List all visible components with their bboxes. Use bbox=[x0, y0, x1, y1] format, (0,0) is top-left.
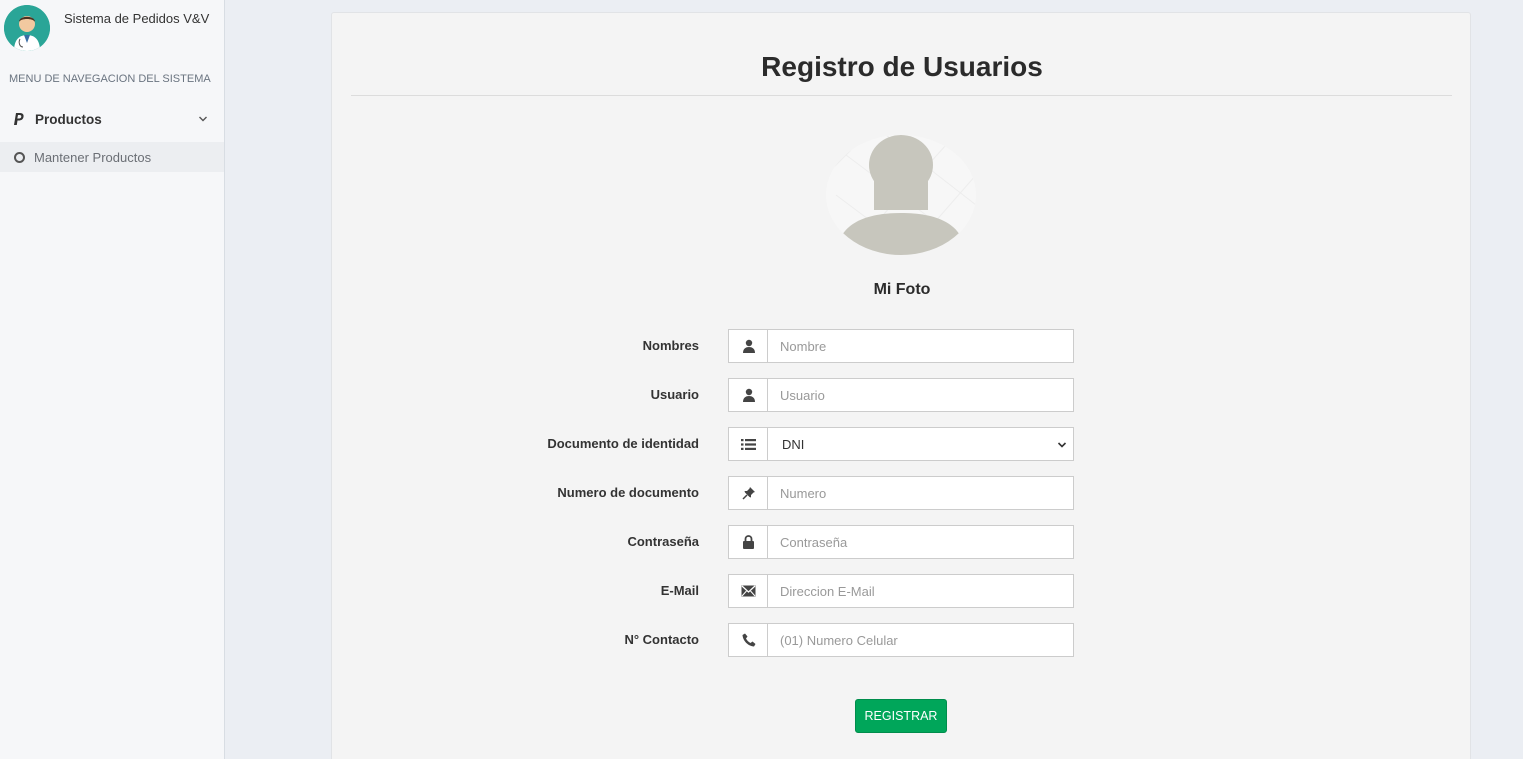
field-label: Nombres bbox=[642, 338, 699, 353]
numero-documento-input[interactable] bbox=[767, 476, 1074, 510]
phone-icon bbox=[728, 623, 768, 657]
paypal-icon bbox=[12, 112, 24, 126]
form-row-usuario: Usuario bbox=[332, 378, 1472, 412]
sidebar-item-productos[interactable]: Productos bbox=[0, 106, 224, 134]
sidebar-item-label: Productos bbox=[35, 112, 102, 127]
divider bbox=[351, 95, 1452, 96]
envelope-icon bbox=[728, 574, 768, 608]
nav-header: MENU DE NAVEGACION DEL SISTEMA bbox=[9, 73, 211, 85]
page-title: Registro de Usuarios bbox=[761, 51, 1043, 82]
list-icon bbox=[728, 427, 768, 461]
form-row-numero-documento: Numero de documento bbox=[332, 476, 1472, 510]
lock-icon bbox=[728, 525, 768, 559]
sidebar-subitem-label: Mantener Productos bbox=[34, 150, 152, 165]
contacto-input[interactable] bbox=[767, 623, 1074, 657]
circle-icon bbox=[14, 152, 25, 163]
registration-card: Registro de Usuarios Mi Foto Nombres Usu… bbox=[331, 12, 1471, 759]
usuario-input[interactable] bbox=[767, 378, 1074, 412]
brand-title: Sistema de Pedidos V&V bbox=[64, 11, 210, 26]
nombres-input[interactable] bbox=[767, 329, 1074, 363]
chevron-down-icon bbox=[1057, 440, 1067, 450]
form-row-email: E-Mail bbox=[332, 574, 1472, 608]
contrasena-input[interactable] bbox=[767, 525, 1074, 559]
field-label: Usuario bbox=[650, 387, 699, 402]
field-label: N° Contacto bbox=[624, 632, 699, 647]
documento-select-value: DNI bbox=[782, 436, 805, 452]
email-input[interactable] bbox=[767, 574, 1074, 608]
chevron-down-icon bbox=[198, 114, 208, 124]
doctor-avatar bbox=[4, 5, 50, 51]
field-label: Documento de identidad bbox=[547, 436, 699, 451]
pushpin-icon bbox=[728, 476, 768, 510]
form-row-contacto: N° Contacto bbox=[332, 623, 1472, 657]
register-button[interactable]: REGISTRAR bbox=[855, 699, 947, 733]
photo-caption: Mi Foto bbox=[873, 281, 931, 298]
field-label: Contraseña bbox=[627, 534, 699, 549]
form-row-contrasena: Contraseña bbox=[332, 525, 1472, 559]
sidebar: Sistema de Pedidos V&V MENU DE NAVEGACIO… bbox=[0, 0, 225, 759]
field-label: Numero de documento bbox=[557, 485, 699, 500]
form-row-nombres: Nombres bbox=[332, 329, 1472, 363]
sidebar-item-mantener-productos[interactable]: Mantener Productos bbox=[0, 142, 224, 172]
brand: Sistema de Pedidos V&V bbox=[4, 5, 224, 53]
documento-select[interactable]: DNI bbox=[767, 427, 1074, 461]
user-icon bbox=[728, 378, 768, 412]
form-row-documento: Documento de identidad DNI bbox=[332, 427, 1472, 461]
user-icon bbox=[728, 329, 768, 363]
field-label: E-Mail bbox=[660, 583, 699, 598]
profile-photo-placeholder[interactable] bbox=[826, 135, 976, 255]
